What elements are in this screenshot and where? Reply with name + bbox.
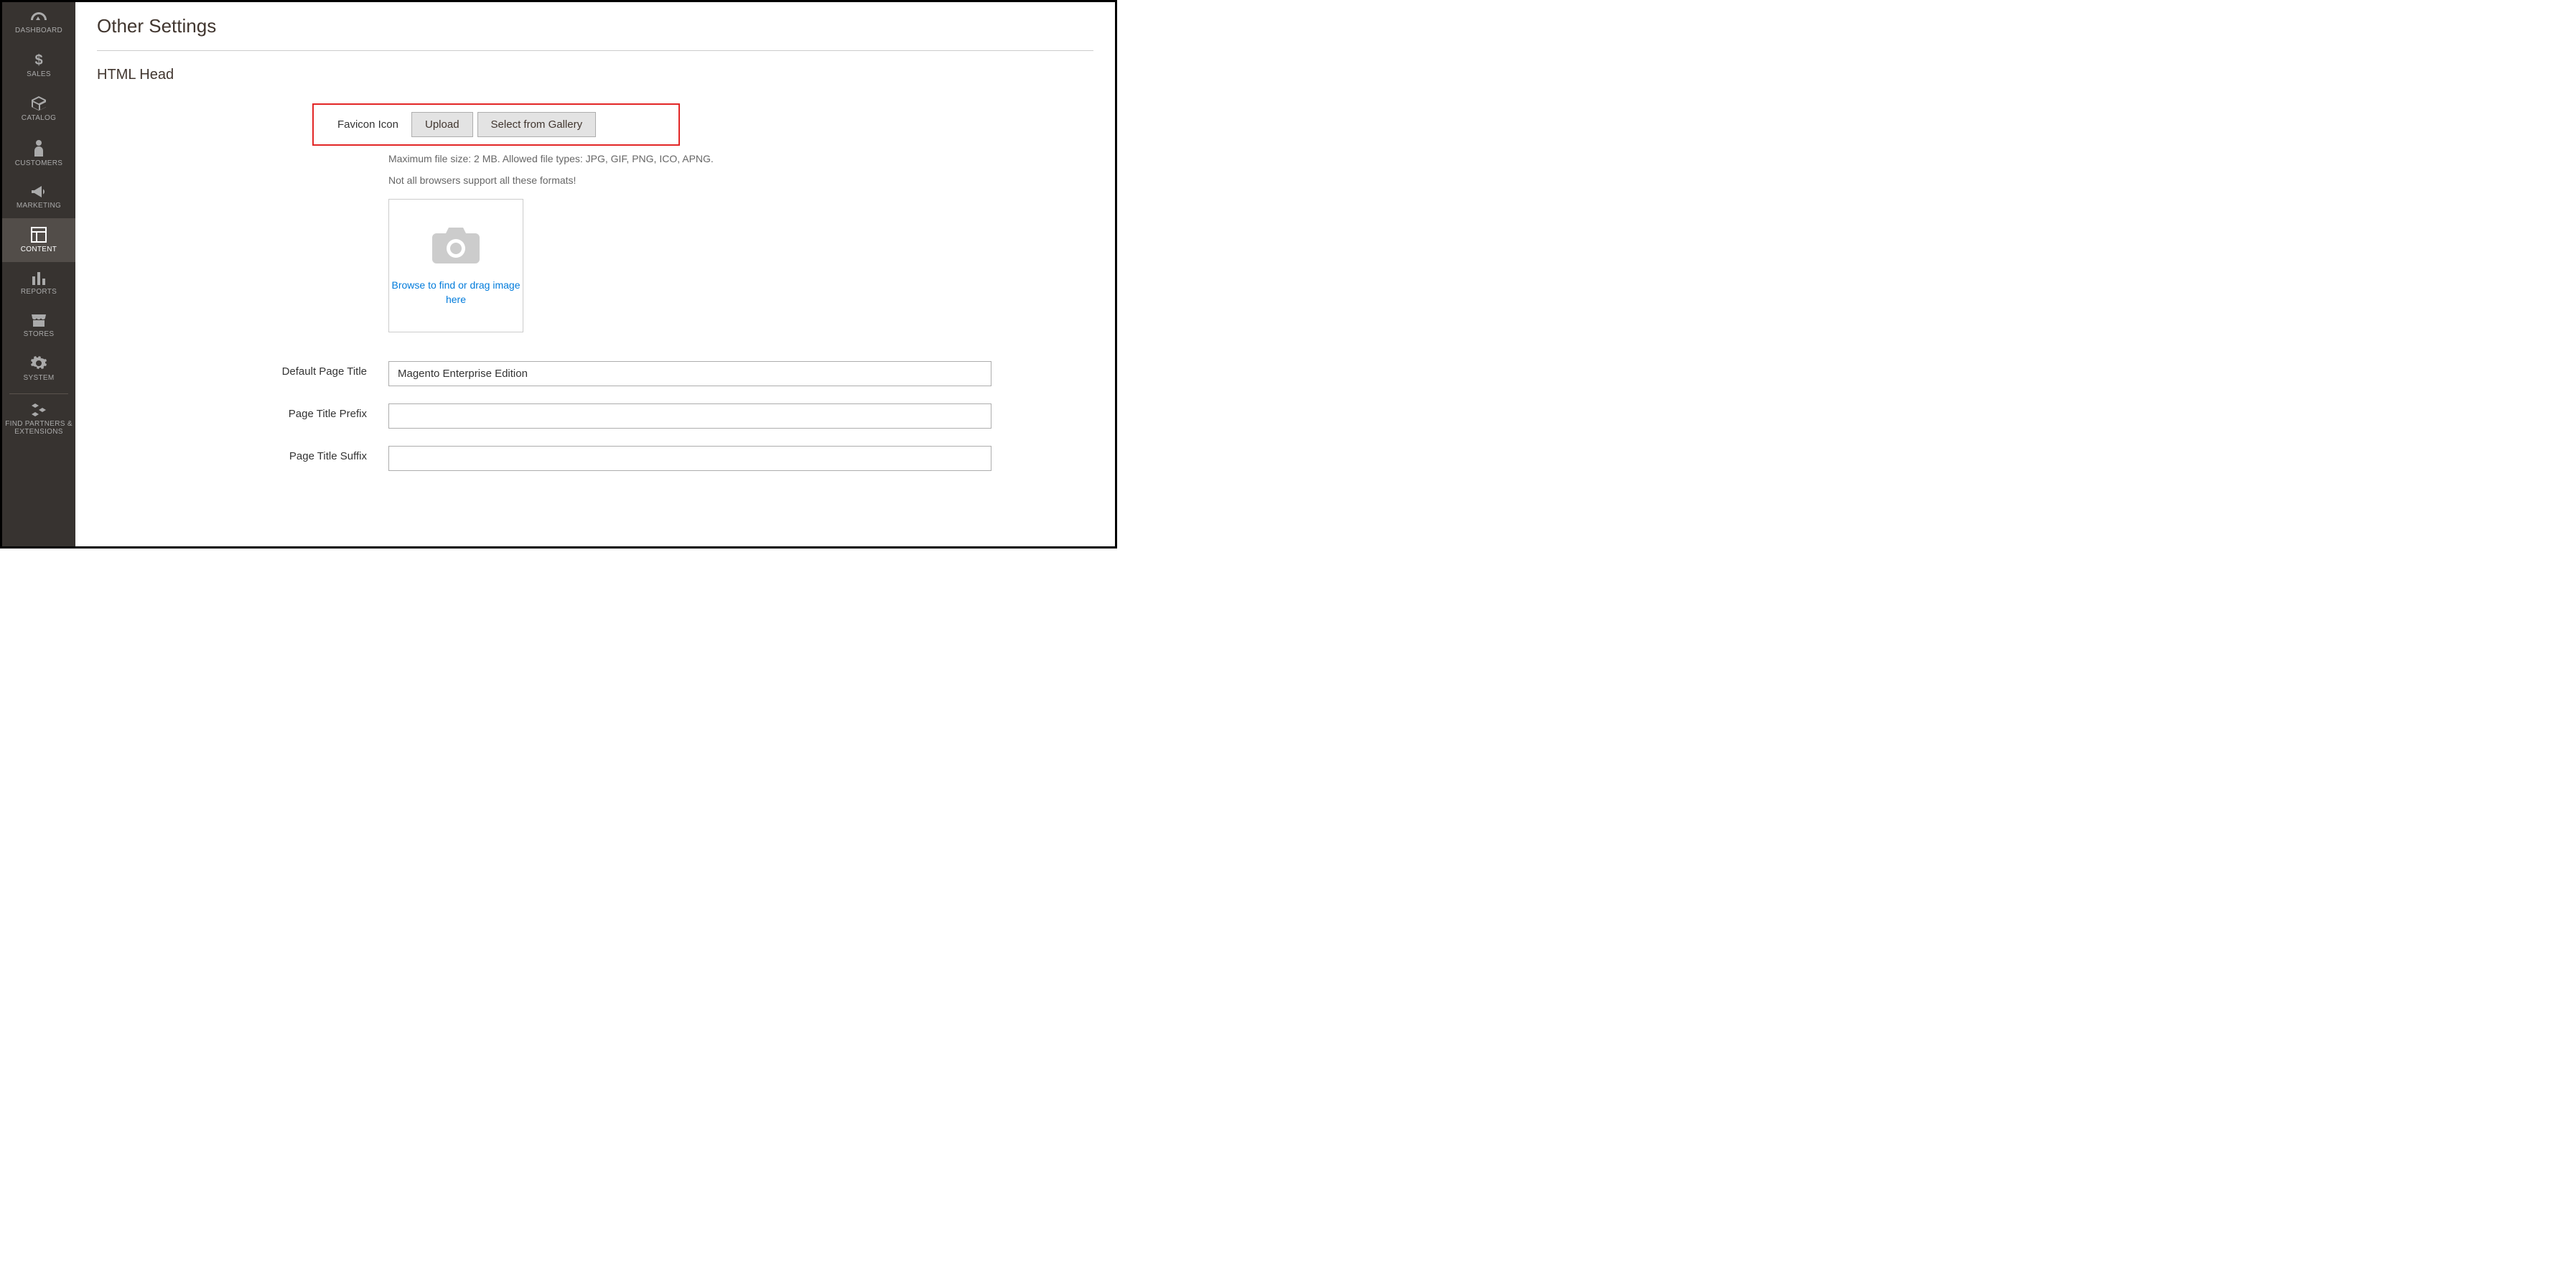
favicon-hint-browsers: Not all browsers support all these forma… xyxy=(388,174,991,186)
suffix-input[interactable] xyxy=(388,446,991,471)
sidebar-item-label: REPORTS xyxy=(21,288,57,296)
image-dropzone[interactable]: Browse to find or drag image here xyxy=(388,199,523,332)
main-content: Other Settings HTML Head Favicon Icon Up… xyxy=(75,2,1115,546)
default-title-input[interactable] xyxy=(388,361,991,386)
svg-text:$: $ xyxy=(34,52,42,67)
page-title: Other Settings xyxy=(97,15,1093,37)
favicon-highlight: Favicon Icon Upload Select from Gallery xyxy=(312,103,680,146)
upload-button[interactable]: Upload xyxy=(411,112,473,137)
camera-icon xyxy=(431,225,481,270)
default-title-label: Default Page Title xyxy=(97,361,388,386)
dashboard-icon xyxy=(29,11,48,24)
default-title-row: Default Page Title xyxy=(97,361,1093,386)
sidebar-item-label: FIND PARTNERS & EXTENSIONS xyxy=(5,420,73,436)
sidebar-item-label: STORES xyxy=(24,330,55,338)
admin-sidebar: DASHBOARD $ SALES CATALOG CUSTOMERS MARK… xyxy=(2,2,75,546)
prefix-input[interactable] xyxy=(388,403,991,429)
favicon-label: Favicon Icon xyxy=(314,118,411,131)
sidebar-item-catalog[interactable]: CATALOG xyxy=(2,87,75,131)
sidebar-item-reports[interactable]: REPORTS xyxy=(2,262,75,304)
sidebar-item-label: DASHBOARD xyxy=(15,27,62,34)
bars-icon xyxy=(31,271,47,285)
favicon-row: Favicon Icon Upload Select from Gallery … xyxy=(97,103,1093,332)
favicon-hint-filetypes: Maximum file size: 2 MB. Allowed file ty… xyxy=(388,153,991,164)
sidebar-item-content[interactable]: CONTENT xyxy=(2,218,75,262)
suffix-label: Page Title Suffix xyxy=(97,446,388,471)
sidebar-item-partners[interactable]: FIND PARTNERS & EXTENSIONS xyxy=(2,394,75,444)
gear-icon xyxy=(31,355,47,371)
prefix-label: Page Title Prefix xyxy=(97,403,388,429)
box-icon xyxy=(30,95,47,111)
sidebar-item-label: CONTENT xyxy=(21,246,57,253)
sidebar-item-label: CUSTOMERS xyxy=(15,159,62,167)
section-title: HTML Head xyxy=(97,67,1093,83)
person-icon xyxy=(33,139,45,157)
prefix-row: Page Title Prefix xyxy=(97,403,1093,429)
megaphone-icon xyxy=(30,185,47,199)
sidebar-item-marketing[interactable]: MARKETING xyxy=(2,176,75,218)
sidebar-item-label: MARKETING xyxy=(17,202,61,210)
sidebar-item-customers[interactable]: CUSTOMERS xyxy=(2,131,75,176)
storefront-icon xyxy=(30,313,47,327)
select-gallery-button[interactable]: Select from Gallery xyxy=(477,112,597,137)
sidebar-item-label: SALES xyxy=(27,70,51,78)
layout-icon xyxy=(31,227,47,243)
sidebar-item-dashboard[interactable]: DASHBOARD xyxy=(2,2,75,43)
sidebar-item-sales[interactable]: $ SALES xyxy=(2,43,75,87)
sidebar-item-label: SYSTEM xyxy=(24,374,55,382)
divider xyxy=(97,50,1093,51)
sidebar-item-label: CATALOG xyxy=(22,114,56,122)
dollar-icon: $ xyxy=(34,52,44,67)
dropzone-text: Browse to find or drag image here xyxy=(389,279,523,307)
sidebar-item-system[interactable]: SYSTEM xyxy=(2,347,75,391)
blocks-icon xyxy=(31,403,47,417)
sidebar-item-stores[interactable]: STORES xyxy=(2,304,75,347)
suffix-row: Page Title Suffix xyxy=(97,446,1093,471)
